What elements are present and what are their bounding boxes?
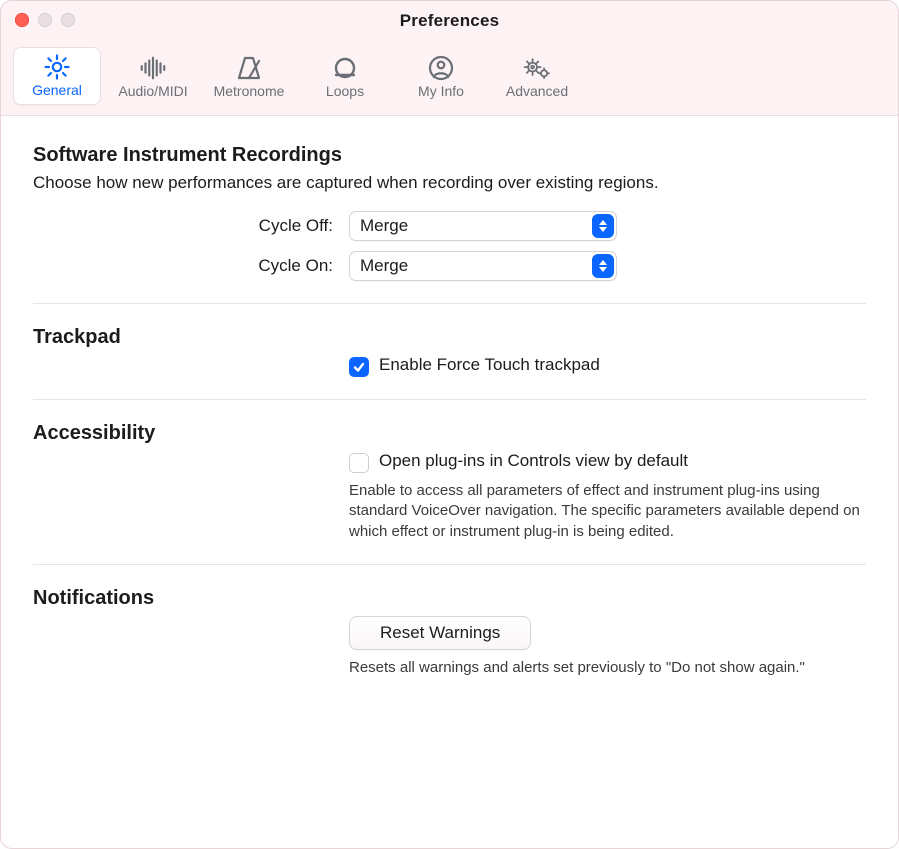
cycle-off-value: Merge	[360, 216, 408, 236]
force-touch-checkbox[interactable]	[349, 357, 369, 377]
section-title: Notifications	[33, 587, 866, 610]
cycle-on-popup[interactable]: Merge	[349, 251, 617, 281]
tab-metronome[interactable]: Metronome	[205, 47, 293, 105]
toolbar: General Audio/MIDI	[1, 41, 898, 116]
cycle-on-value: Merge	[360, 256, 408, 276]
controls-view-label: Open plug-ins in Controls view by defaul…	[379, 451, 688, 471]
force-touch-row: Enable Force Touch trackpad	[33, 355, 866, 377]
person-icon	[426, 55, 456, 81]
section-recordings: Software Instrument Recordings Choose ho…	[33, 144, 866, 281]
tab-my-info[interactable]: My Info	[397, 47, 485, 105]
minimize-button[interactable]	[38, 13, 52, 27]
waveform-icon	[138, 55, 168, 81]
window-controls	[15, 13, 75, 27]
tab-loops[interactable]: Loops	[301, 47, 389, 105]
metronome-icon	[234, 55, 264, 81]
window-title: Preferences	[400, 11, 500, 31]
controls-view-checkbox[interactable]	[349, 453, 369, 473]
close-button[interactable]	[15, 13, 29, 27]
cycle-on-row: Cycle On: Merge	[33, 251, 866, 281]
section-title: Trackpad	[33, 326, 866, 349]
popup-stepper-icon	[592, 254, 614, 278]
reset-warnings-row: Reset Warnings Resets all warnings and a…	[33, 616, 866, 678]
cycle-on-label: Cycle On:	[33, 256, 333, 276]
gears-icon	[522, 55, 552, 81]
notifications-help-text: Resets all warnings and alerts set previ…	[349, 658, 866, 678]
section-title: Accessibility	[33, 422, 866, 445]
section-title: Software Instrument Recordings	[33, 144, 866, 167]
reset-warnings-button[interactable]: Reset Warnings	[349, 616, 531, 650]
tab-advanced[interactable]: Advanced	[493, 47, 581, 105]
content: Software Instrument Recordings Choose ho…	[1, 116, 898, 848]
gear-icon	[42, 54, 72, 80]
tab-label: General	[32, 82, 82, 98]
section-description: Choose how new performances are captured…	[33, 173, 866, 193]
tab-label: Advanced	[506, 83, 568, 99]
section-trackpad: Trackpad Enable Force Touch trackpad	[33, 303, 866, 377]
tab-audio-midi[interactable]: Audio/MIDI	[109, 47, 197, 105]
preferences-window: Preferences	[0, 0, 899, 849]
tab-general[interactable]: General	[13, 47, 101, 105]
tab-label: My Info	[418, 83, 464, 99]
section-notifications: Notifications Reset Warnings Resets all …	[33, 564, 866, 678]
titlebar: Preferences	[1, 1, 898, 41]
force-touch-label: Enable Force Touch trackpad	[379, 355, 600, 375]
tab-label: Loops	[326, 83, 364, 99]
popup-stepper-icon	[592, 214, 614, 238]
cycle-off-row: Cycle Off: Merge	[33, 211, 866, 241]
tab-label: Metronome	[214, 83, 285, 99]
tab-label: Audio/MIDI	[118, 83, 187, 99]
cycle-off-popup[interactable]: Merge	[349, 211, 617, 241]
maximize-button[interactable]	[61, 13, 75, 27]
cycle-off-label: Cycle Off:	[33, 216, 333, 236]
loop-icon	[330, 55, 360, 81]
section-accessibility: Accessibility Open plug-ins in Controls …	[33, 399, 866, 542]
accessibility-help-text: Enable to access all parameters of effec…	[349, 481, 866, 542]
controls-view-row: Open plug-ins in Controls view by defaul…	[33, 451, 866, 542]
